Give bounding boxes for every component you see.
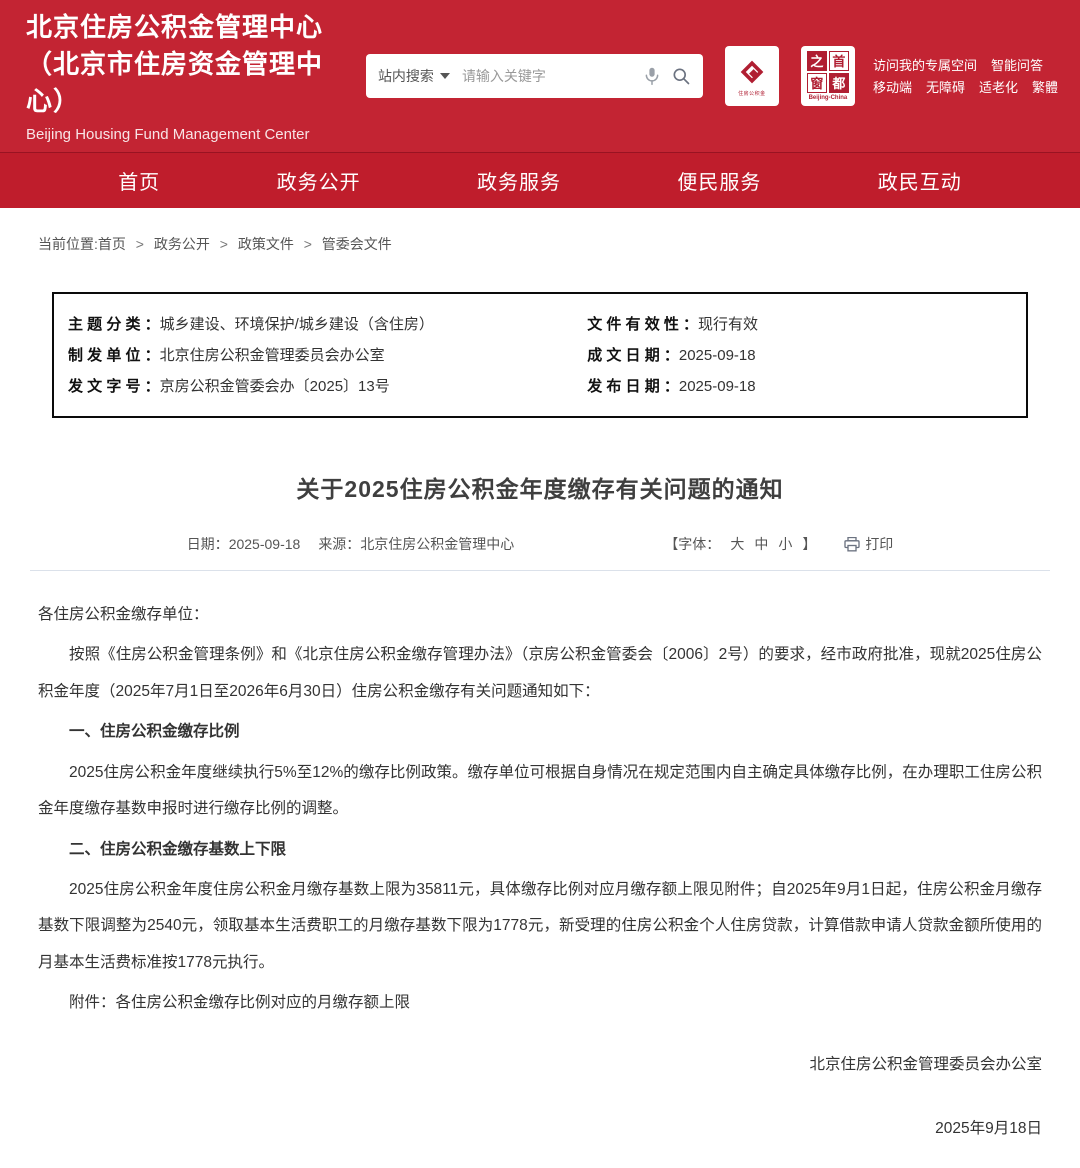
breadcrumb-separator: >: [220, 236, 228, 252]
article-source: 北京住房公积金管理中心: [360, 534, 514, 554]
capital-cell: 首: [829, 51, 849, 71]
doc-info-row-doc-number: 发 文 字 号 ： 京房公积金管委会办〔2025〕13号: [68, 376, 587, 398]
font-size-widget: 【字体： 大 中 小 】: [664, 534, 816, 554]
printer-icon: [844, 537, 860, 552]
link-elder-mode[interactable]: 适老化: [979, 81, 1018, 94]
microphone-icon[interactable]: [643, 66, 661, 86]
doc-info-value: 京房公积金管委会办〔2025〕13号: [160, 376, 390, 398]
font-size-medium-button[interactable]: 中: [754, 534, 768, 554]
doc-info-value: 2025-09-18: [679, 376, 756, 398]
article-source-label: 来源：: [318, 534, 360, 554]
site-title-cn-line1: 北京住房公积金管理中心: [26, 9, 362, 46]
site-header: 北京住房公积金管理中心 （北京市住房资金管理中心） Beijing Housin…: [0, 0, 1080, 152]
search-icon[interactable]: [671, 66, 691, 86]
link-smart-qa[interactable]: 智能问答: [991, 59, 1043, 72]
doc-info-value: 现行有效: [698, 314, 758, 336]
housing-fund-logo-icon: [736, 56, 768, 88]
article-date-label: 日期：: [187, 534, 229, 554]
nav-item-convenience-services[interactable]: 便民服务: [677, 166, 761, 195]
site-title-cn-line2: （北京市住房资金管理中心）: [26, 46, 362, 120]
section-heading-2: 二、住房公积金缴存基数上下限: [38, 832, 1042, 868]
paragraph-intro: 按照《住房公积金管理条例》和《北京住房公积金缴存管理办法》（京房公积金管委会〔2…: [38, 637, 1042, 710]
breadcrumb-prefix: 当前位置:: [38, 236, 98, 252]
print-button[interactable]: 打印: [844, 534, 893, 554]
doc-info-label: 制 发 单 位 ：: [68, 345, 160, 367]
doc-info-row-written-date: 成 文 日 期 ： 2025-09-18: [587, 345, 1012, 367]
capital-window-logo[interactable]: 之 首 窗 都 Beijing-China: [801, 46, 855, 106]
article-meta-bar: 日期： 2025-09-18 来源： 北京住房公积金管理中心 【字体： 大 中 …: [30, 534, 1050, 571]
salutation: 各住房公积金缴存单位：: [38, 597, 1042, 633]
housing-fund-logo[interactable]: 住房公积金: [725, 46, 779, 106]
paragraph-section-2: 2025住房公积金年度住房公积金月缴存基数上限为35811元，具体缴存比例对应月…: [38, 872, 1042, 981]
search-input[interactable]: [462, 68, 643, 84]
doc-info-value: 北京住房公积金管理委员会办公室: [160, 345, 385, 367]
doc-info-row-topic: 主 题 分 类 ： 城乡建设、环境保护/城乡建设（含住房）: [68, 314, 587, 336]
article-body: 各住房公积金缴存单位： 按照《住房公积金管理条例》和《北京住房公积金缴存管理办法…: [0, 571, 1080, 1022]
doc-info-value: 2025-09-18: [679, 345, 756, 367]
document-info-box: 主 题 分 类 ： 城乡建设、环境保护/城乡建设（含住房） 制 发 单 位 ： …: [52, 292, 1028, 418]
link-accessibility[interactable]: 无障碍: [926, 81, 965, 94]
capital-cell: 窗: [807, 73, 827, 93]
section-heading-1: 一、住房公积金缴存比例: [38, 714, 1042, 750]
breadcrumb: 当前位置:首页 > 政务公开 > 政策文件 > 管委会文件: [0, 208, 1080, 254]
capital-cell: 之: [807, 51, 827, 71]
doc-info-row-publish-date: 发 布 日 期 ： 2025-09-18: [587, 376, 1012, 398]
site-title-en: Beijing Housing Fund Management Center: [26, 126, 362, 143]
doc-info-row-issuer: 制 发 单 位 ： 北京住房公积金管理委员会办公室: [68, 345, 587, 367]
font-widget-open: 【字体：: [664, 534, 720, 554]
capital-window-grid: 之 首 窗 都: [807, 51, 849, 93]
breadcrumb-committee-docs[interactable]: 管委会文件: [322, 236, 392, 252]
main-nav: 首页 政务公开 政务服务 便民服务 政民互动: [0, 152, 1080, 208]
font-size-small-button[interactable]: 小: [778, 534, 792, 554]
paragraph-section-1: 2025住房公积金年度继续执行5%至12%的缴存比例政策。缴存单位可根据自身情况…: [38, 755, 1042, 828]
header-quick-links: 访问我的专属空间 智能问答 移动端 无障碍 适老化 繁體: [873, 50, 1058, 103]
signature-block: 北京住房公积金管理委员会办公室 2025年9月18日: [0, 1026, 1080, 1168]
capital-cell: 都: [829, 73, 849, 93]
breadcrumb-policy-docs[interactable]: 政策文件: [238, 236, 294, 252]
nav-item-gov-services[interactable]: 政务服务: [477, 166, 561, 195]
font-size-large-button[interactable]: 大: [730, 534, 744, 554]
link-my-space[interactable]: 访问我的专属空间: [873, 59, 977, 72]
print-label: 打印: [865, 534, 893, 554]
link-traditional-chinese[interactable]: 繁體: [1032, 81, 1058, 94]
doc-info-label: 文 件 有 效 性 ：: [587, 314, 698, 336]
page-title: 关于2025住房公积金年度缴存有关问题的通知: [0, 470, 1080, 504]
signature-date: 2025年9月18日: [38, 1116, 1042, 1138]
breadcrumb-separator: >: [304, 236, 312, 252]
site-search: 站内搜索: [366, 54, 703, 98]
site-title: 北京住房公积金管理中心 （北京市住房资金管理中心） Beijing Housin…: [26, 9, 362, 143]
font-widget-close: 】: [802, 534, 816, 554]
link-mobile[interactable]: 移动端: [873, 81, 912, 94]
doc-info-label: 发 布 日 期 ：: [587, 376, 679, 398]
nav-item-interaction[interactable]: 政民互动: [878, 166, 962, 195]
article-date: 2025-09-18: [229, 536, 301, 552]
nav-item-gov-disclosure[interactable]: 政务公开: [277, 166, 361, 195]
breadcrumb-gov-disclosure[interactable]: 政务公开: [154, 236, 210, 252]
attachment-line: 附件：各住房公积金缴存比例对应的月缴存额上限: [38, 985, 1042, 1021]
doc-info-label: 成 文 日 期 ：: [587, 345, 679, 367]
search-scope-dropdown[interactable]: 站内搜索: [378, 66, 450, 86]
capital-window-caption: Beijing-China: [809, 95, 848, 101]
search-scope-label: 站内搜索: [378, 66, 434, 86]
breadcrumb-separator: >: [136, 236, 144, 252]
signature-org: 北京住房公积金管理委员会办公室: [38, 1052, 1042, 1074]
doc-info-label: 发 文 字 号 ：: [68, 376, 160, 398]
housing-fund-logo-caption: 住房公积金: [738, 90, 766, 97]
nav-item-home[interactable]: 首页: [118, 166, 160, 195]
chevron-down-icon: [440, 73, 450, 79]
doc-info-row-validity: 文 件 有 效 性 ： 现行有效: [587, 314, 1012, 336]
breadcrumb-home[interactable]: 首页: [98, 236, 126, 252]
doc-info-label: 主 题 分 类 ：: [68, 314, 160, 336]
doc-info-value: 城乡建设、环境保护/城乡建设（含住房）: [160, 314, 434, 336]
